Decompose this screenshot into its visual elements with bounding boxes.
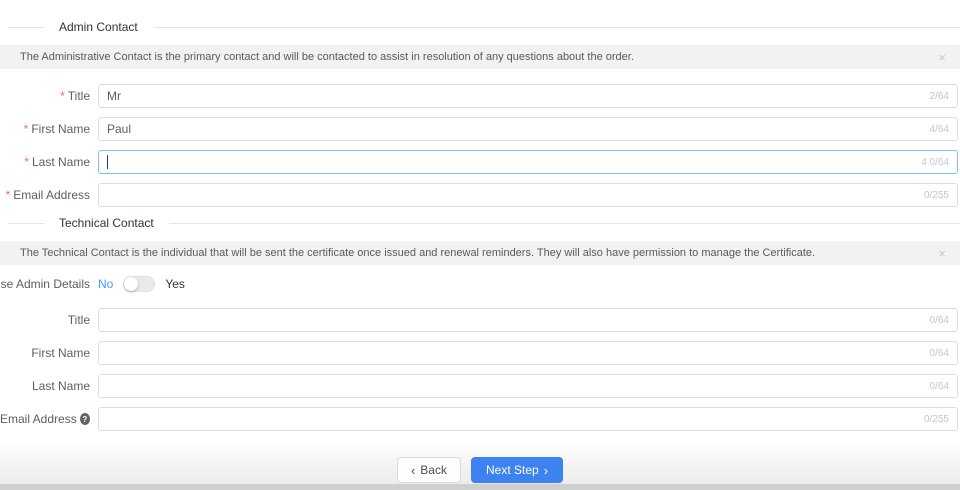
- tech-first-name-label: First Name: [0, 346, 90, 360]
- char-counter: 4/64: [929, 123, 949, 135]
- text-cursor: [107, 155, 108, 169]
- form-row-admin-first-name: * First Name 4/64: [0, 117, 960, 141]
- bottom-edge-strip: [0, 484, 960, 490]
- form-row-tech-email: Email Address ? 0/255: [0, 407, 960, 431]
- form-row-admin-email: * Email Address 0/255: [0, 183, 960, 207]
- next-step-button-label: Next Step: [485, 463, 539, 477]
- required-marker: *: [24, 155, 29, 169]
- char-counter: 4 0/64: [921, 156, 949, 168]
- admin-first-name-label: * First Name: [0, 122, 90, 136]
- form-row-tech-title: Title 0/64: [0, 308, 960, 332]
- technical-section-title: Technical Contact: [59, 216, 154, 230]
- use-admin-details-toggle[interactable]: [123, 276, 156, 292]
- admin-title-input[interactable]: [107, 89, 922, 103]
- chevron-left-icon: ‹: [410, 462, 416, 478]
- char-counter: 0/64: [929, 314, 949, 326]
- field-label-text: Last Name: [31, 155, 90, 169]
- field-label-text: Last Name: [31, 379, 90, 393]
- help-icon[interactable]: ?: [79, 413, 90, 425]
- form-row-admin-title: * Title 2/64: [0, 84, 960, 108]
- tech-last-name-input-box: 0/64: [98, 374, 958, 398]
- field-label-text: First Name: [31, 122, 90, 136]
- admin-contact-form: * Title 2/64 * First Name 4/64 * Last Na…: [0, 84, 960, 207]
- tech-email-input[interactable]: [107, 412, 916, 426]
- admin-title-input-box: 2/64: [98, 84, 958, 108]
- back-button-label: Back: [420, 463, 447, 477]
- tech-last-name-input[interactable]: [107, 379, 922, 393]
- close-icon[interactable]: ×: [936, 245, 948, 262]
- admin-contact-divider: Admin Contact: [0, 20, 960, 34]
- technical-notice-banner: The Technical Contact is the individual …: [0, 241, 960, 265]
- close-icon[interactable]: ×: [936, 49, 948, 66]
- tech-first-name-input[interactable]: [107, 346, 922, 360]
- admin-last-name-label: * Last Name: [0, 155, 90, 169]
- tech-email-input-box: 0/255: [98, 407, 958, 431]
- admin-section-title: Admin Contact: [59, 20, 138, 34]
- admin-notice-banner: The Administrative Contact is the primar…: [0, 45, 960, 69]
- admin-email-input[interactable]: [107, 188, 916, 202]
- wizard-footer: ‹ Back Next Step ›: [0, 440, 960, 490]
- divider-line: [168, 222, 960, 224]
- toggle-knob: [124, 277, 139, 291]
- form-row-tech-last-name: Last Name 0/64: [0, 374, 960, 398]
- field-label-text: Use Admin Details: [0, 277, 90, 291]
- use-admin-details-label: Use Admin Details: [0, 277, 90, 291]
- divider-line: [8, 222, 44, 224]
- divider-line: [152, 26, 960, 28]
- technical-notice-text: The Technical Contact is the individual …: [20, 247, 816, 259]
- field-label-text: Title: [67, 89, 90, 103]
- char-counter: 0/64: [929, 380, 949, 392]
- tech-last-name-label: Last Name: [0, 379, 90, 393]
- char-counter: 0/255: [923, 189, 949, 201]
- field-label-text: Email Address: [0, 412, 77, 426]
- field-label-text: First Name: [31, 346, 90, 360]
- admin-title-label: * Title: [0, 89, 90, 103]
- admin-last-name-input[interactable]: [110, 155, 914, 169]
- admin-last-name-input-box: 4 0/64: [98, 150, 958, 174]
- required-marker: *: [23, 122, 29, 136]
- char-counter: 0/255: [923, 413, 949, 425]
- char-counter: 0/64: [929, 347, 949, 359]
- tech-title-input[interactable]: [107, 313, 922, 327]
- char-counter: 2/64: [929, 90, 949, 102]
- field-label-text: Title: [67, 313, 90, 327]
- tech-email-label: Email Address ?: [0, 412, 90, 426]
- technical-contact-form: Title 0/64 First Name 0/64 Last Name 0/6…: [0, 308, 960, 431]
- tech-title-input-box: 0/64: [98, 308, 958, 332]
- admin-email-label: * Email Address: [0, 188, 90, 202]
- toggle-yes-label[interactable]: Yes: [165, 277, 185, 291]
- admin-notice-text: The Administrative Contact is the primar…: [20, 51, 634, 63]
- admin-first-name-input[interactable]: [107, 122, 922, 136]
- use-admin-details-row: Use Admin Details No Yes: [0, 275, 960, 293]
- technical-contact-divider: Technical Contact: [0, 216, 960, 230]
- back-button[interactable]: ‹ Back: [396, 457, 461, 483]
- tech-first-name-input-box: 0/64: [98, 341, 958, 365]
- toggle-no-label[interactable]: No: [98, 277, 113, 291]
- divider-line: [8, 26, 44, 28]
- required-marker: *: [5, 188, 11, 202]
- form-row-tech-first-name: First Name 0/64: [0, 341, 960, 365]
- field-label-text: Email Address: [13, 188, 90, 202]
- tech-title-label: Title: [0, 313, 90, 327]
- contact-details-page: Admin Contact The Administrative Contact…: [0, 0, 960, 490]
- next-step-button[interactable]: Next Step ›: [470, 457, 564, 483]
- required-marker: *: [60, 89, 65, 103]
- admin-email-input-box: 0/255: [98, 183, 958, 207]
- admin-first-name-input-box: 4/64: [98, 117, 958, 141]
- form-row-admin-last-name: * Last Name 4 0/64: [0, 150, 960, 174]
- chevron-right-icon: ›: [543, 462, 549, 478]
